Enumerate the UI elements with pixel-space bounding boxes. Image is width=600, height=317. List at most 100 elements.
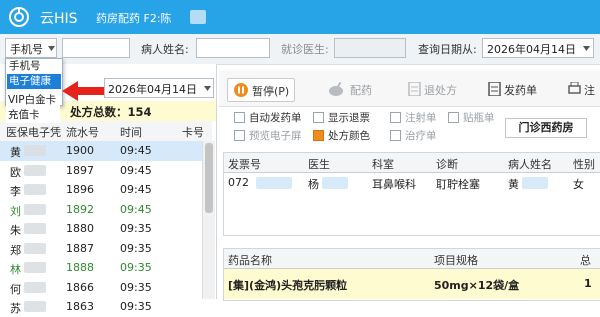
col-header-sex: 性别: [573, 158, 595, 171]
more-label: 注: [584, 84, 595, 97]
invoice-number: 072: [228, 176, 249, 189]
title-bar: 云HIS 药房配药 F2:陈: [0, 0, 600, 34]
rx-list-row[interactable]: 刘 1892 09:45: [0, 200, 202, 220]
search-type-select[interactable]: 手机号: [5, 38, 57, 58]
rx-list-row[interactable]: 李 1896 09:45: [0, 180, 202, 200]
row-time: 09:45: [120, 144, 152, 157]
dispense-label: 配药: [350, 84, 372, 97]
row-time: 09:35: [120, 280, 152, 294]
chevron-down-icon: [48, 46, 55, 51]
pause-button[interactable]: 暂停(P): [227, 78, 295, 102]
search-type-value: 手机号: [10, 43, 43, 56]
col-header-spec: 项目规格: [434, 254, 478, 267]
pharmacy-select[interactable]: 门诊西药房: [505, 118, 587, 138]
annotation-arrow-icon: [62, 81, 104, 101]
auto-dispense-checkbox[interactable]: [234, 112, 245, 123]
auto-dispense-label: 自动发药单: [249, 112, 302, 124]
redacted-name: [24, 203, 46, 215]
row-time: 09:45: [120, 163, 152, 177]
row-patient-name: 何: [10, 282, 21, 296]
doctor-label: 就诊医生:: [281, 43, 329, 56]
rx-list-row[interactable]: 郑 1887 09:35: [0, 239, 202, 259]
dropdown-option-health-card[interactable]: 电子健康卡: [7, 74, 61, 102]
rx-list-row[interactable]: 苏 1863 09:35: [0, 297, 202, 317]
row-time: 09:35: [120, 222, 152, 235]
doctor-name: 杨: [308, 178, 319, 191]
redacted-user: [190, 10, 206, 24]
col-header-time: 时间: [120, 126, 142, 139]
invoice-row[interactable]: 072 杨 耳鼻喉科 耵聍栓塞 黄 女: [224, 173, 600, 193]
preview-screen-checkbox[interactable]: [234, 130, 245, 141]
row-serial: 1888: [66, 261, 94, 274]
more-button[interactable]: 注: [566, 78, 600, 100]
app-logo-icon: [9, 7, 29, 27]
row-serial: 1900: [66, 144, 94, 157]
col-header-dept: 科室: [372, 158, 394, 171]
return-rx-button[interactable]: 退处方: [404, 78, 468, 100]
rx-list-row[interactable]: 朱 1880 09:35: [0, 219, 202, 239]
col-header-diagnosis: 诊断: [436, 158, 458, 171]
redacted-name: [24, 223, 46, 234]
list-scrollbar[interactable]: [202, 141, 215, 299]
dispense-button[interactable]: 配药: [320, 78, 380, 100]
dropdown-lower-options: VIP白金卡 充值卡: [5, 90, 63, 123]
rx-list-row[interactable]: 黄 1900 09:45: [0, 141, 202, 161]
row-patient-name: 苏: [10, 302, 21, 315]
list-date-picker[interactable]: 2026年04月14日: [104, 78, 214, 98]
rx-total-label: 处方总数：154: [70, 105, 152, 119]
dropdown-option-vip[interactable]: VIP白金卡: [6, 93, 60, 108]
chevron-down-icon: [204, 86, 211, 91]
row-time: 09:45: [120, 202, 152, 216]
cancel-slip-checkbox[interactable]: [390, 112, 401, 123]
dropdown-option-recharge[interactable]: 充值卡: [6, 108, 60, 123]
show-return-checkbox[interactable]: [313, 112, 324, 123]
rx-list-row[interactable]: 欧 1897 09:45: [0, 161, 202, 181]
query-date-picker[interactable]: 2026年04月14日: [482, 38, 594, 58]
show-return-label: 显示退票: [328, 112, 370, 124]
row-serial: 1892: [66, 202, 94, 216]
issue-document-icon: [488, 82, 501, 96]
drug-table-header: 药品名称 项目规格 总: [224, 249, 600, 269]
treat-slip-label: 治疗单: [405, 130, 437, 142]
query-date-label: 查询日期从:: [418, 43, 477, 56]
pause-label: 暂停(P): [252, 85, 290, 98]
col-header-total: 总: [580, 254, 591, 267]
doctor-input[interactable]: [334, 38, 406, 58]
search-input[interactable]: [62, 38, 130, 58]
patient-name: 黄: [508, 178, 519, 191]
query-date-value: 2026年04月14日: [487, 43, 576, 56]
return-rx-label: 退处方: [424, 84, 457, 97]
dept-name: 耳鼻喉科: [372, 178, 416, 191]
row-patient-name: 李: [10, 185, 21, 198]
rx-color-checkbox[interactable]: [313, 130, 324, 141]
redacted-name: [24, 262, 46, 273]
row-serial: 1866: [66, 280, 94, 294]
paste-slip-checkbox[interactable]: [448, 112, 459, 123]
row-serial: 1897: [66, 163, 94, 177]
row-patient-name: 刘: [10, 204, 21, 218]
row-serial: 1880: [66, 222, 94, 235]
list-date-value: 2026年04月14日: [108, 83, 197, 96]
col-header-serial: 流水号: [66, 126, 99, 139]
scrollbar-thumb[interactable]: [205, 143, 213, 213]
issue-slip-button[interactable]: 发药单: [484, 78, 548, 100]
row-patient-name: 黄: [10, 146, 21, 159]
row-patient-name: 朱: [10, 224, 21, 237]
row-serial: 1863: [66, 300, 94, 313]
chevron-down-icon: [583, 46, 590, 51]
redacted-doctor: [322, 177, 348, 189]
redacted-name: [24, 145, 46, 156]
treat-slip-checkbox[interactable]: [390, 130, 401, 141]
rx-list-row[interactable]: 林 1888 09:35: [0, 258, 202, 278]
row-serial: 1896: [66, 183, 94, 196]
patient-name-input[interactable]: [196, 38, 270, 58]
redacted-invoice: [256, 177, 292, 189]
drug-row[interactable]: [集](金鸿)头孢克肟颗粒 50mg×12袋/盒 1: [224, 269, 600, 299]
rx-list-row[interactable]: 何 1866 09:35: [0, 278, 202, 298]
drug-spec: 50mg×12袋/盒: [434, 279, 520, 292]
pause-icon: [234, 83, 248, 97]
rx-color-label: 处方颜色: [328, 130, 370, 142]
preview-screen-label: 预览电子屏: [249, 130, 302, 142]
dropdown-option-phone[interactable]: 手机号: [7, 59, 61, 74]
invoice-table-header: 发票号 医生 科室 诊断 病人姓名 性别: [224, 153, 600, 173]
